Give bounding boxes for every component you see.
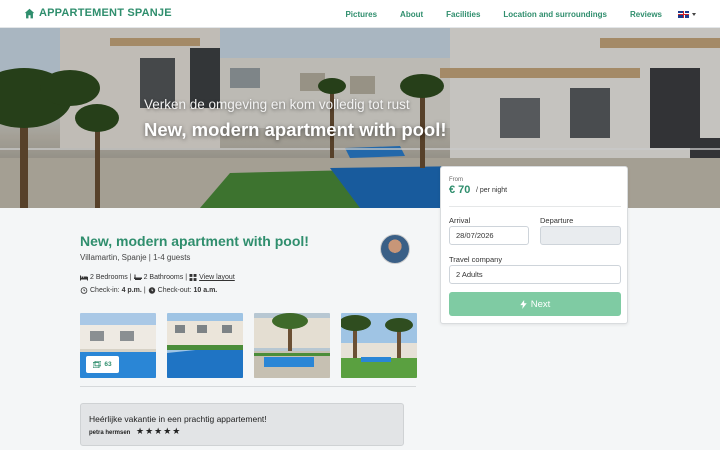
checkout-time: 10 a.m. <box>193 287 218 294</box>
photo-thumbnail-1[interactable]: 63 <box>80 313 156 378</box>
home-icon <box>24 8 35 18</box>
review-text: Heérlijke vakantie in een prachtig appar… <box>89 414 267 424</box>
bed-icon <box>80 275 88 281</box>
reviewer-name: petra hermsen <box>89 430 131 436</box>
photo-thumbnail-4[interactable] <box>341 313 417 378</box>
nav-link-about[interactable]: About <box>400 10 423 19</box>
bolt-icon <box>520 299 527 309</box>
separator: | <box>143 287 146 294</box>
checkin-times: Check-in: 4 p.m. | Check-out: 10 a.m. <box>80 287 217 294</box>
travel-company-label: Travel company <box>449 255 503 264</box>
price-from-label: From <box>449 177 463 183</box>
room-features: 2 Bedrooms | 2 Bathrooms | View layout <box>80 274 235 281</box>
uk-flag-icon <box>678 10 689 18</box>
hero-subtitle: Verken de omgeving en kom volledig tot r… <box>144 97 410 112</box>
thumbnail-image <box>167 313 243 378</box>
separator: | <box>185 274 188 281</box>
layout-icon <box>189 274 197 281</box>
review-card: Heérlijke vakantie in een prachtig appar… <box>80 403 404 446</box>
navbar: APPARTEMENT SPANJE Pictures About Facili… <box>0 0 720 28</box>
photo-count: 63 <box>104 361 112 368</box>
travel-company-select[interactable]: 2 Adults <box>449 265 621 284</box>
nav-link-pictures[interactable]: Pictures <box>345 10 377 19</box>
separator: | <box>129 274 132 281</box>
checkout-label: Check-out: <box>157 287 192 294</box>
booking-card: From € 70 / per night Arrival 28/07/2026… <box>440 166 628 324</box>
nav-links: Pictures About Facilities Location and s… <box>345 0 696 28</box>
section-divider <box>80 386 416 387</box>
listing-title: New, modern apartment with pool! <box>80 233 309 249</box>
listing-location: Villamartin, Spanje | 1-4 guests <box>80 253 191 262</box>
host-avatar[interactable] <box>380 234 410 264</box>
bedrooms-count: 2 Bedrooms <box>90 274 128 281</box>
chevron-down-icon <box>692 12 696 16</box>
next-button[interactable]: Next <box>449 292 621 316</box>
nav-link-facilities[interactable]: Facilities <box>446 10 480 19</box>
checkin-time: 4 p.m. <box>121 287 142 294</box>
checkin-label: Check-in: <box>90 287 120 294</box>
arrival-input[interactable]: 28/07/2026 <box>449 226 529 245</box>
photo-count-badge[interactable]: 63 <box>86 356 119 373</box>
thumbnail-image <box>254 313 330 378</box>
hero-title: New, modern apartment with pool! <box>144 119 447 140</box>
brand-name: APPARTEMENT SPANJE <box>39 7 172 19</box>
brand-logo[interactable]: APPARTEMENT SPANJE <box>24 7 172 19</box>
nav-link-location[interactable]: Location and surroundings <box>503 10 607 19</box>
language-selector[interactable] <box>678 10 696 18</box>
next-button-label: Next <box>530 298 551 310</box>
nav-link-reviews[interactable]: Reviews <box>630 10 662 19</box>
card-divider <box>449 206 621 207</box>
images-icon <box>93 361 102 368</box>
departure-input[interactable] <box>540 226 621 245</box>
arrival-label: Arrival <box>449 216 471 225</box>
price-value: € 70 <box>449 184 471 196</box>
photo-thumbnail-2[interactable] <box>167 313 243 378</box>
clock-icon <box>80 287 88 294</box>
bathrooms-count: 2 Bathrooms <box>143 274 184 281</box>
bath-icon <box>133 274 142 280</box>
star-rating: ★★★★★ <box>136 427 182 437</box>
thumbnail-image <box>341 313 417 378</box>
clock-filled-icon <box>148 287 155 294</box>
departure-label: Departure <box>540 216 574 225</box>
photo-thumbnail-3[interactable] <box>254 313 330 378</box>
view-layout-link[interactable]: View layout <box>199 274 235 281</box>
price-per-night: / per night <box>476 187 508 194</box>
